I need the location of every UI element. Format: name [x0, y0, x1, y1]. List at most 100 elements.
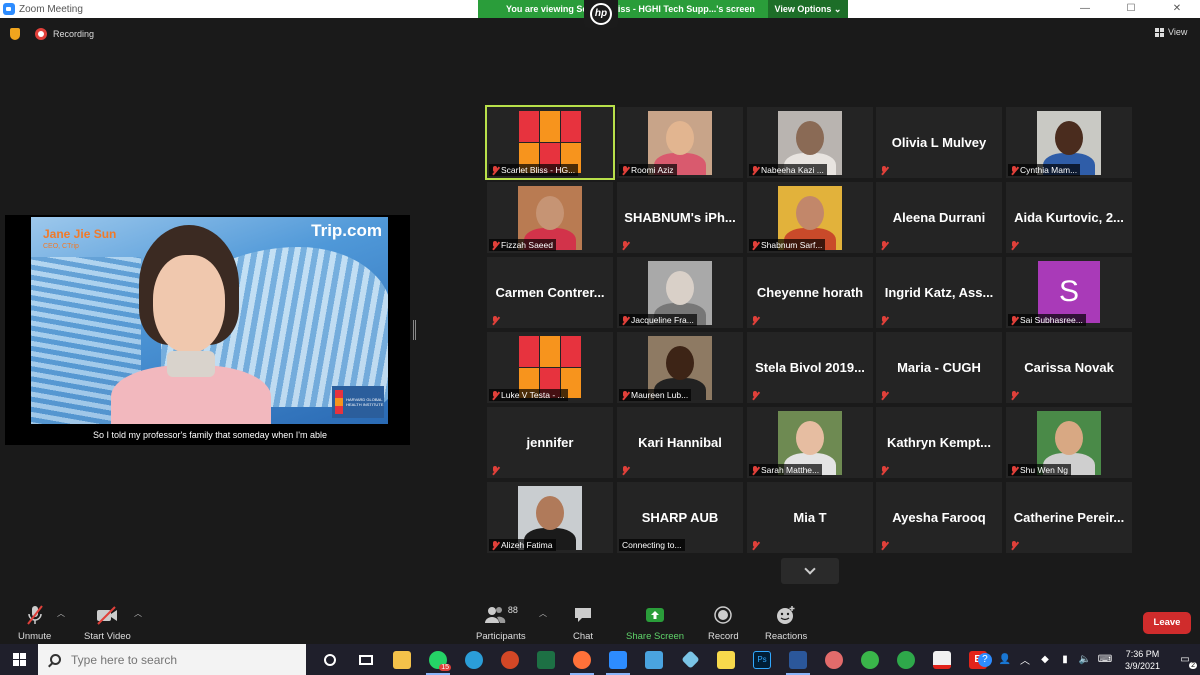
participant-tile[interactable]: Scarlet Bliss - HG... — [485, 105, 615, 180]
clock-date: 3/9/2021 — [1124, 660, 1160, 671]
participant-name: Luke V Testa - ... — [501, 390, 565, 400]
start-button[interactable] — [0, 644, 38, 675]
tray-expand-icon[interactable]: ︿ — [1018, 653, 1032, 667]
participant-tile[interactable]: jennifer — [487, 407, 613, 478]
green-app-icon[interactable] — [852, 644, 888, 675]
windows-logo-icon — [12, 653, 26, 666]
photos-icon[interactable] — [636, 644, 672, 675]
language-icon[interactable]: ⌨ — [1098, 653, 1112, 667]
file-explorer-icon[interactable] — [384, 644, 420, 675]
paint-icon[interactable] — [816, 644, 852, 675]
edge-icon[interactable] — [456, 644, 492, 675]
audio-options-caret[interactable]: ︿ — [57, 608, 65, 619]
help-icon[interactable]: ? — [977, 652, 992, 667]
sticky-notes-icon[interactable] — [708, 644, 744, 675]
zoom-meeting-window: Zoom Meeting — ☐ ✕ You are viewing Scarl… — [0, 0, 1200, 675]
participant-name: Catherine Pereir... — [1013, 510, 1125, 525]
start-video-button[interactable]: Start Video — [84, 604, 131, 642]
participant-tile[interactable]: S Sai Subhasree... — [1006, 257, 1132, 328]
participant-name: Mia T — [793, 510, 827, 525]
share-screen-button[interactable]: Share Screen — [626, 604, 684, 642]
participant-tile[interactable]: Jacqueline Fra... — [617, 257, 743, 328]
muted-mic-icon — [1010, 465, 1018, 475]
participant-tile[interactable]: Aida Kurtovic, 2... — [1006, 182, 1132, 253]
split-resize-handle[interactable] — [413, 320, 416, 340]
sync-app-icon[interactable] — [888, 644, 924, 675]
participants-count: 88 — [507, 605, 518, 615]
participant-tile[interactable]: Maria - CUGH — [876, 332, 1002, 403]
reactions-label: Reactions — [765, 631, 808, 642]
taskbar-search-input[interactable] — [71, 652, 291, 667]
usb-icon[interactable]: ▮ — [1058, 653, 1072, 667]
whatsapp-icon[interactable]: 15 — [420, 644, 456, 675]
participant-tile[interactable]: Maureen Lub... — [617, 332, 743, 403]
excel-icon[interactable] — [528, 644, 564, 675]
unmute-button[interactable]: Unmute — [18, 604, 51, 642]
participant-tile[interactable]: SHABNUM's iPh... — [617, 182, 743, 253]
participant-tile[interactable]: Aleena Durrani — [876, 182, 1002, 253]
participant-tile[interactable]: Stela Bivol 2019... — [747, 332, 873, 403]
notifications-icon[interactable]: ▭ 2 — [1173, 653, 1197, 669]
view-button[interactable]: View — [1155, 27, 1187, 37]
participant-tile[interactable]: SHARP AUB Connecting to... — [617, 482, 743, 553]
maximize-button[interactable]: ☐ — [1108, 0, 1154, 18]
snip-icon[interactable] — [672, 644, 708, 675]
speaker-nameplate: Jane Jie Sun CEO, CTrip — [43, 227, 116, 250]
participant-tile[interactable]: Fizzah Saeed — [487, 182, 613, 253]
gallery-next-page-button[interactable] — [781, 558, 839, 584]
participants-options-caret[interactable]: ︿ — [539, 608, 547, 619]
participant-tile[interactable]: Luke V Testa - ... — [487, 332, 613, 403]
participant-tile[interactable]: Carmen Contrer... — [487, 257, 613, 328]
people-icon[interactable]: 👤 — [998, 653, 1012, 667]
dropbox-icon[interactable]: ◆ — [1038, 653, 1052, 667]
close-button[interactable]: ✕ — [1154, 0, 1200, 18]
security-shield-icon[interactable] — [10, 28, 20, 40]
unmute-label: Unmute — [18, 631, 52, 642]
participant-tile[interactable]: Carissa Novak — [1006, 332, 1132, 403]
cortana-icon[interactable] — [312, 644, 348, 675]
participant-tile[interactable]: Nabeeha Kazi ... — [747, 107, 873, 178]
chat-button[interactable]: Chat — [573, 604, 593, 642]
participant-tile[interactable]: Alizeh Fatima — [487, 482, 613, 553]
participant-label: Nabeeha Kazi ... — [749, 164, 827, 176]
participant-tile[interactable]: Sarah Matthe... — [747, 407, 873, 478]
participant-tile[interactable]: Kari Hannibal — [617, 407, 743, 478]
participant-tile[interactable]: Ayesha Farooq — [876, 482, 1002, 553]
zoom-icon[interactable] — [600, 644, 636, 675]
volume-icon[interactable]: 🔈 — [1078, 653, 1092, 667]
hp-logo: hp — [584, 0, 618, 28]
participant-tile[interactable]: Ingrid Katz, Ass... — [876, 257, 1002, 328]
hghi-logo-text: HARVARD GLOBAL HEALTH INSTITUTE — [346, 397, 384, 407]
minimize-button[interactable]: — — [1062, 0, 1108, 18]
view-options-button[interactable]: View Options ⌄ — [768, 0, 848, 18]
word-icon[interactable] — [780, 644, 816, 675]
muted-mic-icon — [491, 540, 499, 550]
participant-tile[interactable]: Kathryn Kempt... — [876, 407, 1002, 478]
participant-tile[interactable]: Catherine Pereir... — [1006, 482, 1132, 553]
participant-tile[interactable]: Olivia L Mulvey — [876, 107, 1002, 178]
participant-name: Aleena Durrani — [892, 210, 986, 225]
participant-tile[interactable]: Cheyenne horath — [747, 257, 873, 328]
acrobat-icon[interactable] — [924, 644, 960, 675]
participant-tile[interactable]: Mia T — [747, 482, 873, 553]
muted-mic-icon — [1010, 315, 1018, 325]
participant-tile[interactable]: Shu Wen Ng — [1006, 407, 1132, 478]
participant-tile[interactable]: Cynthia Mam... — [1006, 107, 1132, 178]
participant-name: Kathryn Kempt... — [886, 435, 991, 450]
hghi-logo: HARVARD GLOBAL HEALTH INSTITUTE — [332, 386, 384, 418]
photoshop-icon[interactable]: Ps — [744, 644, 780, 675]
participant-tile[interactable]: Shabnum Sarf... — [747, 182, 873, 253]
firefox-icon[interactable] — [564, 644, 600, 675]
reactions-button[interactable]: Reactions — [765, 604, 807, 642]
participants-button[interactable]: 88 Participants — [476, 604, 526, 642]
taskbar-clock[interactable]: 7:36 PM 3/9/2021 — [1125, 648, 1160, 672]
taskbar-search[interactable] — [38, 644, 306, 675]
leave-button[interactable]: Leave — [1143, 612, 1191, 634]
record-button[interactable]: Record — [708, 604, 739, 642]
muted-mic-icon — [880, 166, 888, 175]
shared-screen-view[interactable]: Trip.com Jane Jie Sun CEO, CTrip HARVARD… — [5, 215, 410, 445]
video-options-caret[interactable]: ︿ — [134, 608, 142, 619]
participant-tile[interactable]: Roomi Aziz — [617, 107, 743, 178]
powerpoint-icon[interactable] — [492, 644, 528, 675]
task-view-icon[interactable] — [348, 644, 384, 675]
